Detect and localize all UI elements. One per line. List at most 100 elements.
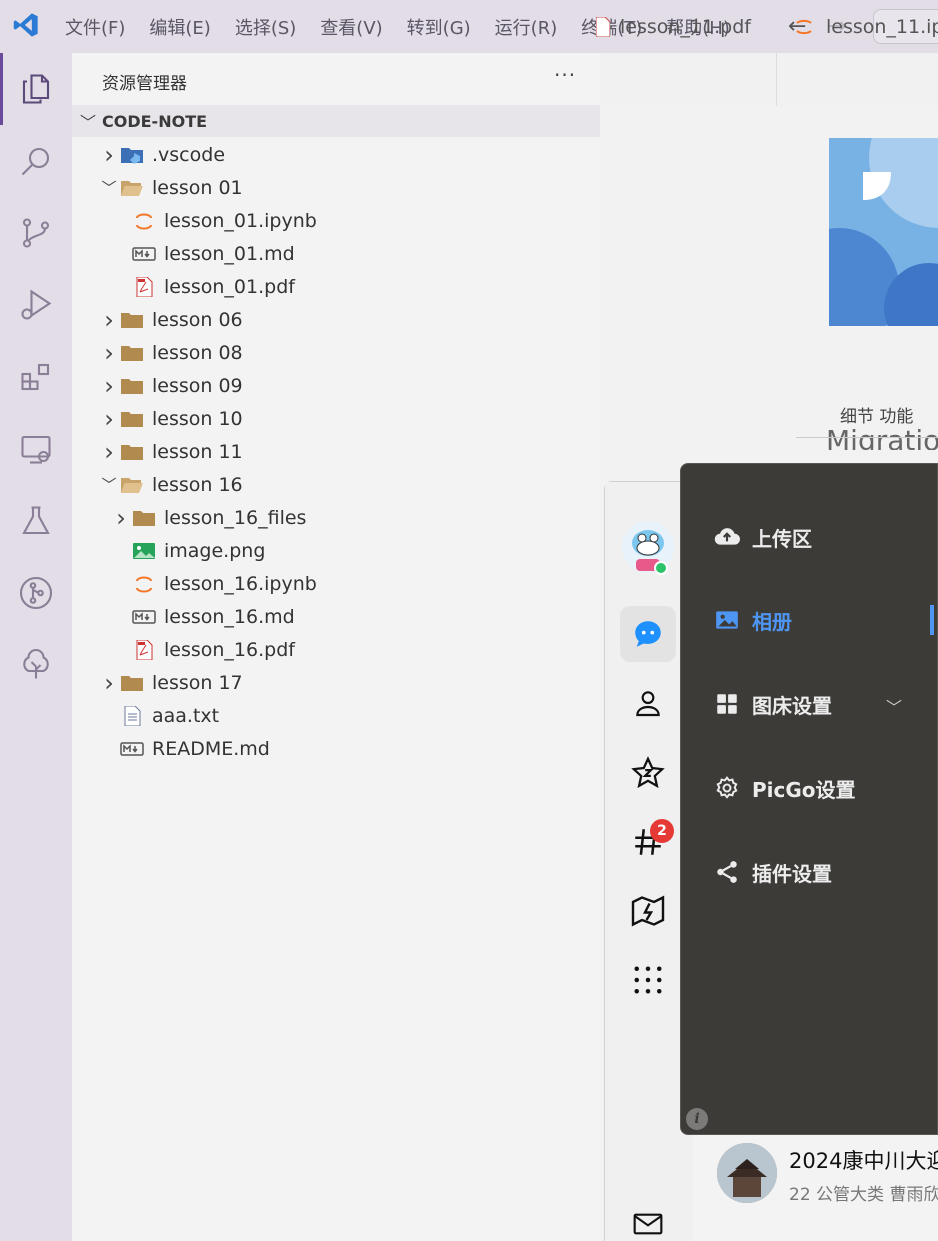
menu-item-label: 插件设置 xyxy=(752,861,832,886)
tree-item-lesson-16-md[interactable]: lesson_16.md xyxy=(110,600,295,633)
folder-open-icon xyxy=(121,477,143,493)
jupyter-icon xyxy=(796,19,812,34)
pdf-cover-image xyxy=(829,138,938,326)
tree-item-image-png[interactable]: image.png xyxy=(110,534,265,567)
chevron-right-icon[interactable]: › xyxy=(98,372,120,400)
menu-go[interactable]: 转到(G) xyxy=(395,14,483,40)
file-icon-wrapper xyxy=(120,739,144,759)
folder-icon xyxy=(121,444,143,460)
git-graph-icon[interactable] xyxy=(16,573,56,613)
folder-open-icon xyxy=(121,180,143,196)
folder-icon xyxy=(121,675,143,691)
explorer-icon[interactable] xyxy=(16,69,56,109)
tree-item-label: lesson_16.md xyxy=(164,605,295,628)
tree-item-label: lesson_16_files xyxy=(164,506,307,529)
remote-explorer-icon[interactable] xyxy=(16,429,56,469)
chevron-right-icon[interactable]: › xyxy=(98,669,120,697)
tree-item-readme-md[interactable]: README.md xyxy=(98,732,270,765)
menu-selection[interactable]: 选择(S) xyxy=(223,14,308,40)
tree-item-lesson-01[interactable]: ﹀ lesson 01 xyxy=(98,171,243,204)
zone-star-icon[interactable] xyxy=(628,753,668,793)
search-icon[interactable] xyxy=(16,141,56,181)
jupyter-icon xyxy=(136,213,152,229)
tree-item-lesson-11[interactable]: › lesson 11 xyxy=(98,435,243,468)
tree-item-aaa-txt[interactable]: aaa.txt xyxy=(98,699,219,732)
tree-item-lesson-01-md[interactable]: lesson_01.md xyxy=(110,237,295,270)
file-icon-wrapper xyxy=(132,607,156,627)
file-icon-wrapper xyxy=(120,673,144,693)
tab-label: lesson_11.pdf xyxy=(620,15,751,38)
menu-run[interactable]: 运行(R) xyxy=(483,14,570,40)
tree-item-lesson-06[interactable]: › lesson 06 xyxy=(98,303,242,336)
cloud-upload-icon xyxy=(714,528,740,545)
apps-grid-icon[interactable] xyxy=(628,960,668,1000)
file-icon-wrapper xyxy=(132,508,156,528)
image-file-icon xyxy=(133,542,155,559)
chevron-right-icon[interactable]: › xyxy=(98,405,120,433)
tree-item-lesson-09[interactable]: › lesson 09 xyxy=(98,369,243,402)
menu-item-picgo-settings[interactable]: PicGo设置 xyxy=(714,768,856,808)
chat-bubble-icon[interactable] xyxy=(628,614,668,654)
chevron-right-icon[interactable]: › xyxy=(98,306,120,334)
markdown-icon xyxy=(120,741,144,756)
menu-view[interactable]: 查看(V) xyxy=(308,14,394,40)
markdown-icon xyxy=(132,609,156,624)
menu-edit[interactable]: 编辑(E) xyxy=(137,14,222,40)
tree-item-lesson-08[interactable]: › lesson 08 xyxy=(98,336,242,369)
tree-item-lesson-16-pdf[interactable]: lesson_16.pdf xyxy=(110,633,295,666)
menu-file[interactable]: 文件(F) xyxy=(53,14,137,40)
chevron-down-icon[interactable]: ﹀ xyxy=(886,694,902,718)
news-thumbnail xyxy=(717,1143,777,1203)
tree-item-label: aaa.txt xyxy=(152,704,220,727)
chevron-down-icon: ﹀ xyxy=(80,113,97,132)
tree-item-label: lesson 10 xyxy=(152,407,243,430)
info-icon[interactable]: i xyxy=(686,1108,708,1130)
tree-item-lesson-16-ipynb[interactable]: lesson_16.ipynb xyxy=(110,567,317,600)
more-actions-icon[interactable]: ··· xyxy=(554,63,576,87)
tree-item-label: lesson_01.ipynb xyxy=(164,209,317,232)
tree-item-label: lesson_16.ipynb xyxy=(164,572,317,595)
chevron-right-icon[interactable]: › xyxy=(98,141,120,169)
menu-item-gallery[interactable]: 相册 xyxy=(714,600,792,640)
markdown-icon xyxy=(132,246,156,261)
tree-item-label: lesson 09 xyxy=(152,374,243,397)
file-icon-wrapper xyxy=(120,475,144,495)
menu-item-plugin-settings[interactable]: 插件设置 xyxy=(714,852,832,892)
folder-icon xyxy=(121,312,143,328)
file-icon-wrapper xyxy=(132,276,156,297)
chevron-down-icon[interactable]: ﹀ xyxy=(98,474,120,495)
extensions-icon[interactable] xyxy=(16,357,56,397)
pdf-file-icon xyxy=(136,639,153,660)
tree-icon[interactable] xyxy=(16,645,56,685)
tab-lesson-11-pdf[interactable]: lesson_11.pdf xyxy=(596,0,751,53)
sidebar-title: 资源管理器 xyxy=(102,74,187,94)
news-title: 2024康中川大迎 xyxy=(789,1149,938,1173)
tree-item-lesson-16-files[interactable]: › lesson_16_files xyxy=(110,501,306,534)
testing-icon[interactable] xyxy=(16,501,56,541)
menu-item-upload[interactable]: 上传区 xyxy=(714,517,812,557)
tree-item--vscode[interactable]: › .vscode xyxy=(98,138,225,171)
tab-lesson-11-ipynb[interactable]: lesson_11.ipy xyxy=(794,0,938,53)
chevron-right-icon[interactable]: › xyxy=(110,504,132,532)
tree-item-lesson-01-pdf[interactable]: lesson_01.pdf xyxy=(110,270,295,303)
source-control-icon[interactable] xyxy=(16,213,56,253)
menu-item-label: 相册 xyxy=(752,609,792,634)
tree-item-lesson-16[interactable]: ﹀ lesson 16 xyxy=(98,468,242,501)
contacts-icon[interactable] xyxy=(628,683,668,723)
lightning-map-icon[interactable] xyxy=(628,891,668,931)
tab-divider xyxy=(776,53,777,106)
tree-item-lesson-17[interactable]: › lesson 17 xyxy=(98,666,242,699)
tree-item-label: lesson 01 xyxy=(152,176,243,199)
tree-item-label: lesson 11 xyxy=(152,440,243,463)
mail-icon[interactable] xyxy=(628,1204,668,1241)
activity-bar xyxy=(0,53,72,1241)
run-debug-icon[interactable] xyxy=(16,285,56,325)
tree-item-lesson-01-ipynb[interactable]: lesson_01.ipynb xyxy=(110,204,317,237)
menu-item-image-host-settings[interactable]: 图床设置 xyxy=(714,684,832,724)
chevron-right-icon[interactable]: › xyxy=(98,339,120,367)
tree-item-lesson-10[interactable]: › lesson 10 xyxy=(98,402,243,435)
chevron-down-icon[interactable]: ﹀ xyxy=(98,177,120,198)
chevron-right-icon[interactable]: › xyxy=(98,438,120,466)
vscode-folder-icon xyxy=(121,147,143,164)
workspace-section-header[interactable]: ﹀ CODE-NOTE xyxy=(72,105,600,137)
